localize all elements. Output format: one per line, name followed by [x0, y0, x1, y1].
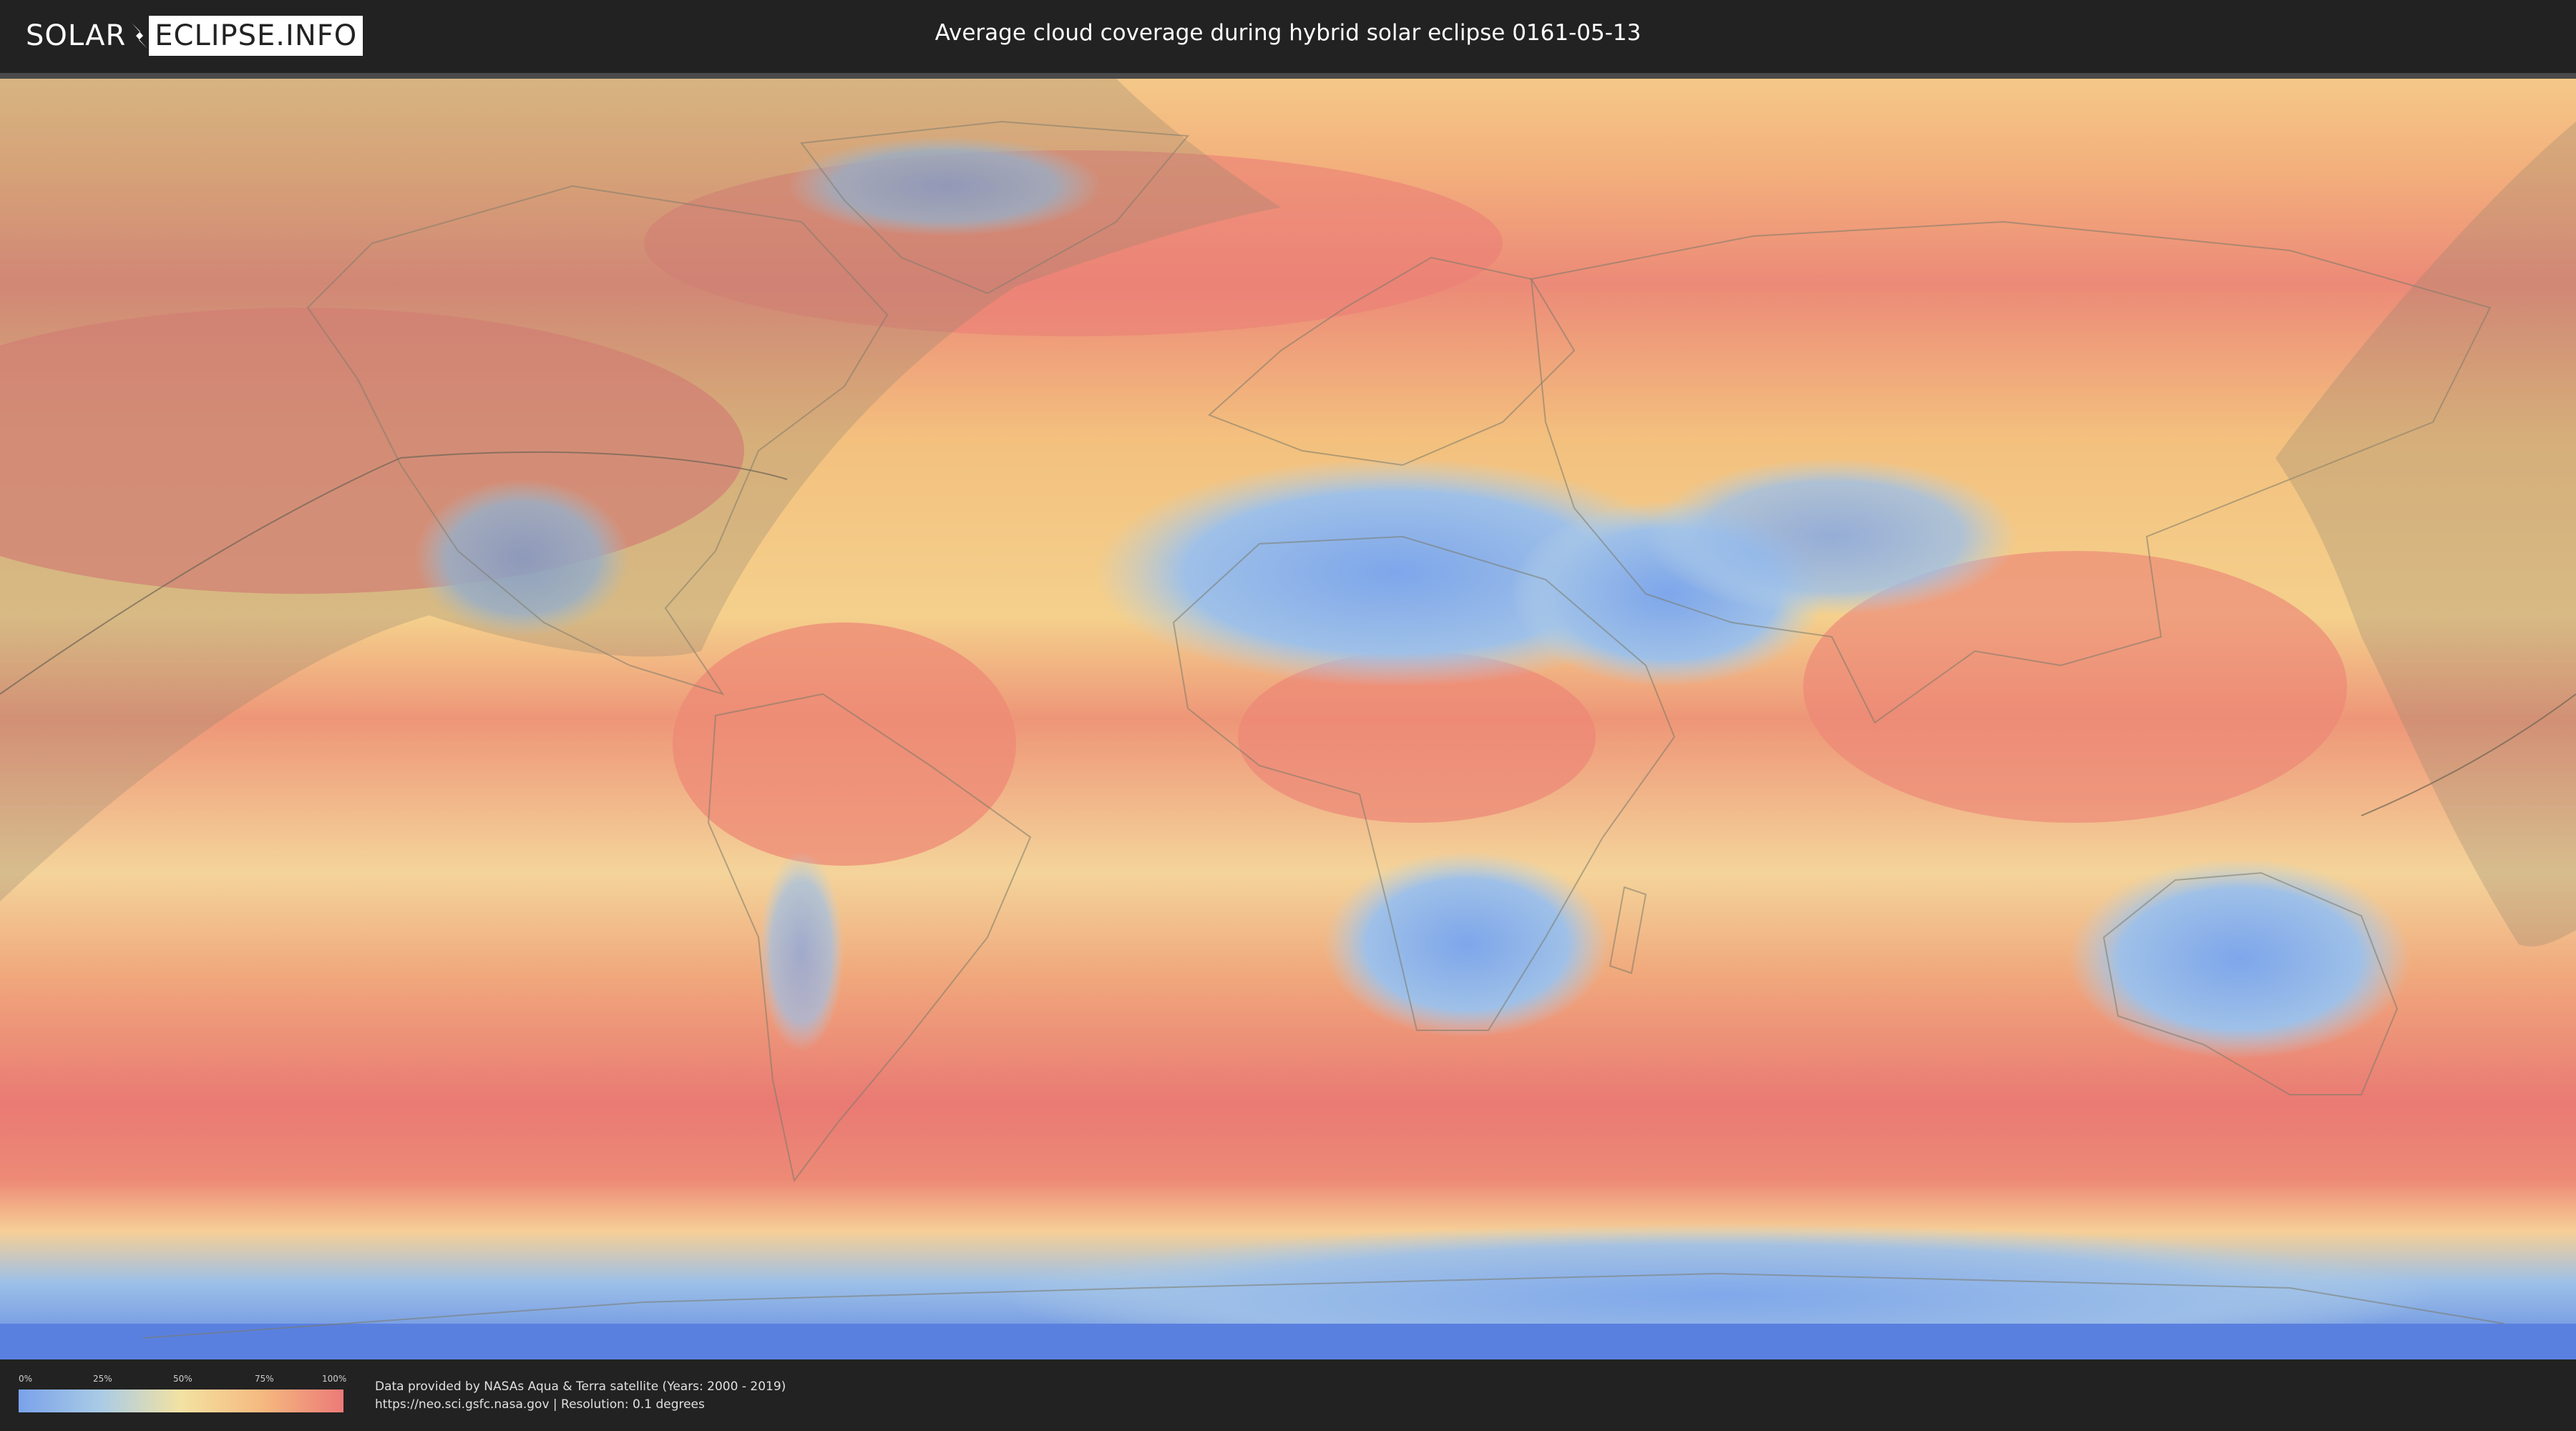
- world-map-svg: [0, 79, 2576, 1359]
- legend-tick-25: 25%: [93, 1374, 112, 1384]
- credit-line: Data provided by NASAs Aqua & Terra sate…: [375, 1379, 786, 1394]
- legend-tick-100: 100%: [322, 1374, 347, 1384]
- footer-bar: 0% 25% 50% 75% 100% Data provided by NAS…: [0, 1359, 2576, 1431]
- australia-clear-region: [2068, 859, 2411, 1059]
- data-credits: Data provided by NASAs Aqua & Terra sate…: [375, 1378, 786, 1414]
- central-asia-clear-region: [1646, 458, 2018, 615]
- andes-clear-region: [758, 851, 844, 1052]
- legend-tick-50: 50%: [173, 1374, 192, 1384]
- legend-tick-labels: 0% 25% 50% 75% 100%: [19, 1374, 347, 1385]
- southern-africa-clear-region: [1324, 851, 1610, 1037]
- cloud-coverage-legend-bar: [19, 1390, 343, 1412]
- source-line[interactable]: https://neo.sci.gsfc.nasa.gov | Resoluti…: [375, 1396, 786, 1414]
- amazon-cloud: [673, 622, 1016, 866]
- legend-tick-0: 0%: [19, 1374, 33, 1384]
- antarctica-coast-blue: [0, 1324, 2576, 1359]
- cloud-coverage-map[interactable]: [0, 79, 2576, 1359]
- legend-tick-75: 75%: [255, 1374, 274, 1384]
- header-bar: SOLAR ECLIPSE.INFO Average cloud coverag…: [0, 0, 2576, 73]
- header-divider: [0, 73, 2576, 79]
- page-title: Average cloud coverage during hybrid sol…: [935, 20, 1641, 46]
